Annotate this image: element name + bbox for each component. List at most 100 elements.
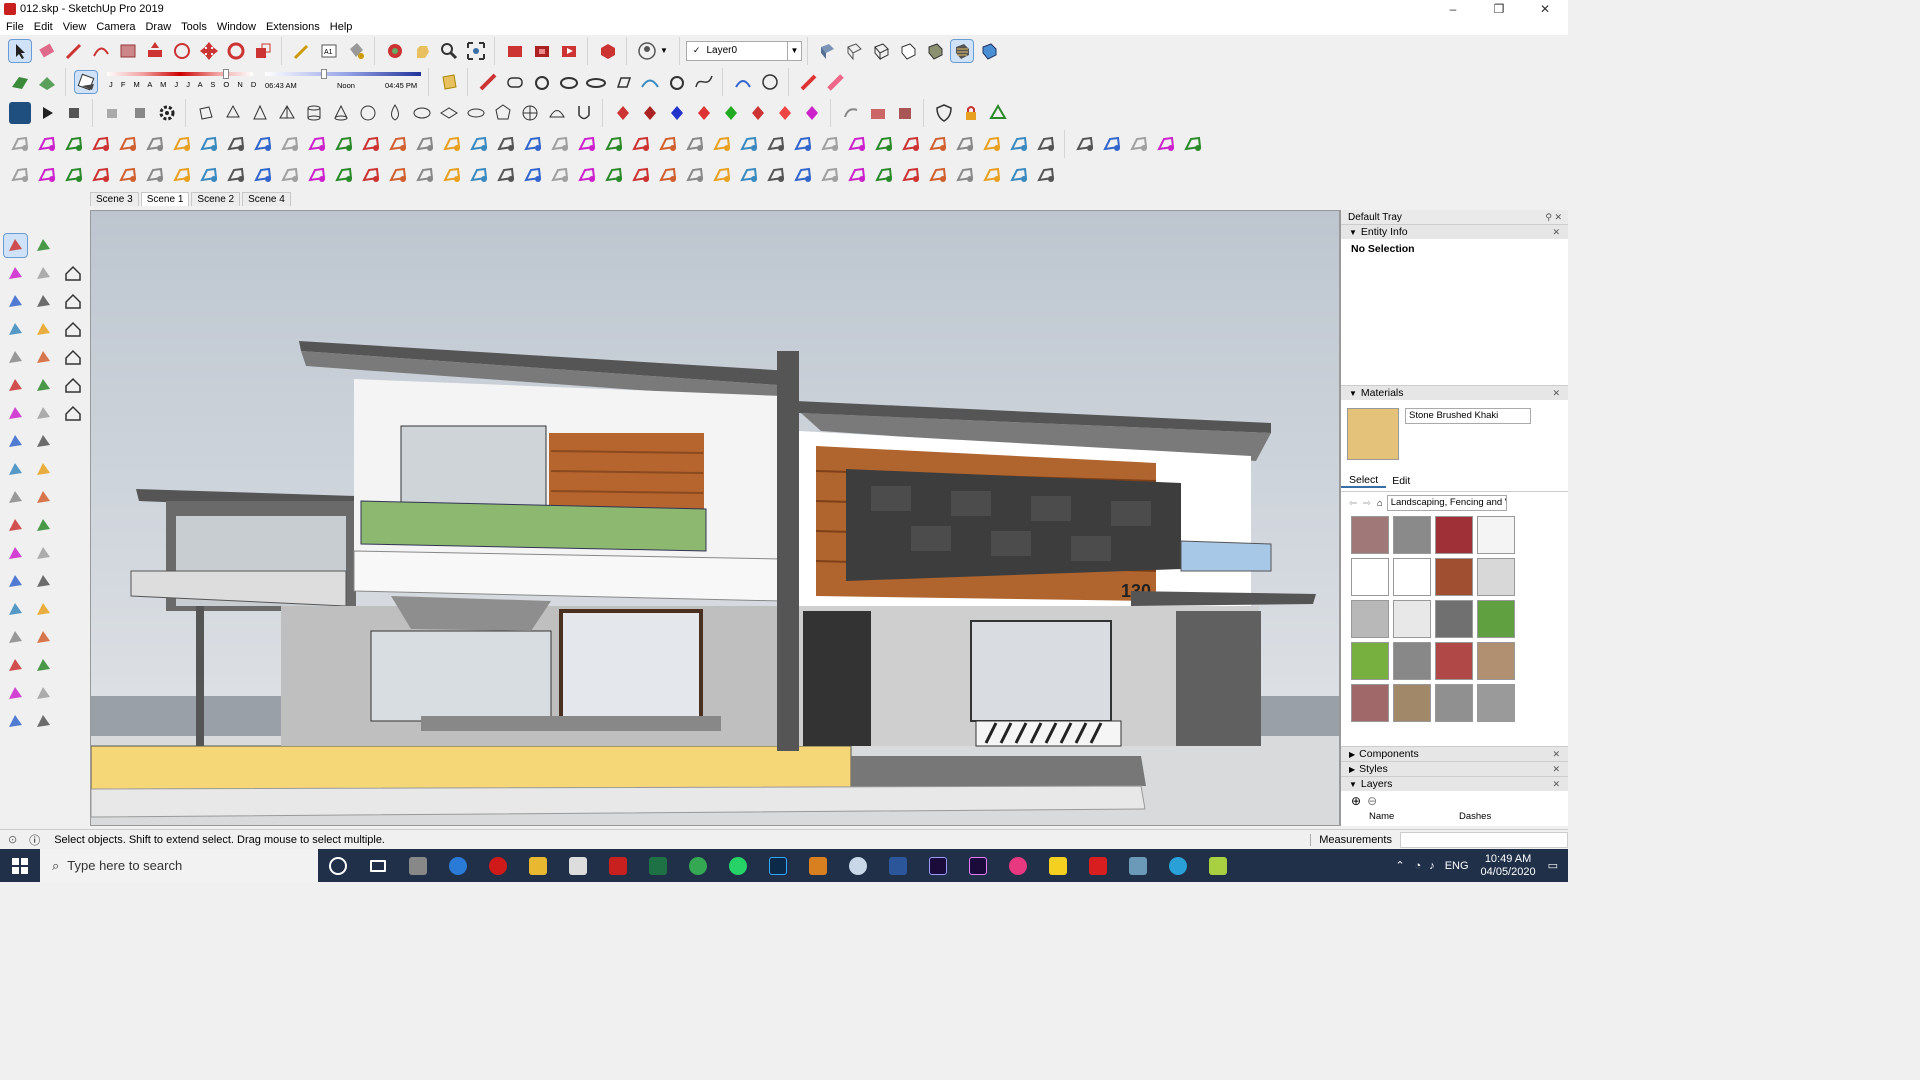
shape-pyramid-icon[interactable] xyxy=(276,102,298,124)
plugin-a-tool-3-icon[interactable] xyxy=(63,133,85,155)
plugin-b-tool-5-icon[interactable] xyxy=(1182,133,1204,155)
geo-location-icon[interactable]: ⊙ xyxy=(8,833,17,846)
vector-pushpull-icon[interactable] xyxy=(825,71,847,93)
material-collection-select[interactable]: Landscaping, Fencing and V xyxy=(1386,495,1507,511)
plugin-a-tool-24-icon[interactable] xyxy=(630,133,652,155)
shape-drop-icon[interactable] xyxy=(384,102,406,124)
plugin-c-tool-30-icon[interactable] xyxy=(792,164,814,186)
plugin-c-tool-11-icon[interactable] xyxy=(279,164,301,186)
plugin-a-tool-20-icon[interactable] xyxy=(522,133,544,155)
app-icon[interactable] xyxy=(798,849,838,882)
plugin-a-tool-30-icon[interactable] xyxy=(792,133,814,155)
move-icon[interactable] xyxy=(4,430,27,453)
plugin-c-tool-6-icon[interactable] xyxy=(144,164,166,186)
oval-icon[interactable] xyxy=(585,71,607,93)
3d-warehouse-icon[interactable] xyxy=(504,40,526,62)
scale-tool-icon[interactable] xyxy=(252,40,274,62)
minimize-button[interactable]: – xyxy=(1430,0,1476,18)
offset-tool-icon[interactable] xyxy=(171,40,193,62)
material-swatch[interactable] xyxy=(1351,684,1389,722)
taskbar-clock[interactable]: 10:49 AM 04/05/2020 xyxy=(1481,853,1536,879)
material-swatch[interactable] xyxy=(1435,516,1473,554)
plugin-c-tool-34-icon[interactable] xyxy=(900,164,922,186)
photoshop-icon[interactable] xyxy=(758,849,798,882)
material-swatch[interactable] xyxy=(1393,600,1431,638)
layer-select[interactable]: ✓ Layer0 ▼ xyxy=(685,40,802,61)
materials-tab-select[interactable]: Select xyxy=(1341,474,1387,488)
rectangle-icon[interactable] xyxy=(4,318,27,341)
plugin-c-tool-31-icon[interactable] xyxy=(819,164,841,186)
plugin-a-tool-25-icon[interactable] xyxy=(657,133,679,155)
tray-chevron-icon[interactable]: ⌃ xyxy=(1395,859,1404,872)
style-shaded-icon[interactable] xyxy=(924,40,946,62)
back-arrow-icon[interactable]: ⇦ xyxy=(1349,498,1357,509)
plugin-a-tool-8-icon[interactable] xyxy=(198,133,220,155)
scale-icon[interactable] xyxy=(4,486,27,509)
close-icon[interactable]: ✕ xyxy=(1552,388,1560,399)
material-swatch[interactable] xyxy=(1477,558,1515,596)
play-icon[interactable] xyxy=(36,102,58,124)
tab-scene-4[interactable]: Scene 4 xyxy=(242,192,291,206)
tab-scene-1[interactable]: Scene 1 xyxy=(140,192,190,206)
home-icon[interactable]: ⌂ xyxy=(1377,498,1383,509)
plugin-a-tool-21-icon[interactable] xyxy=(549,133,571,155)
calculator-icon[interactable] xyxy=(398,849,438,882)
remove-layer-icon[interactable]: ⊖ xyxy=(1367,794,1377,808)
material-swatch[interactable] xyxy=(1477,516,1515,554)
style-monochrome-icon[interactable] xyxy=(978,40,1000,62)
sticky-notes-icon[interactable] xyxy=(1038,849,1078,882)
plugin-a-tool-27-icon[interactable] xyxy=(711,133,733,155)
warehouse-icon[interactable] xyxy=(62,262,85,285)
word-icon[interactable] xyxy=(878,849,918,882)
polygon-icon[interactable] xyxy=(666,71,688,93)
component-attributes-icon[interactable] xyxy=(129,102,151,124)
plugin-c-tool-1-icon[interactable] xyxy=(9,164,31,186)
plugin-a-tool-7-icon[interactable] xyxy=(171,133,193,155)
lock-icon[interactable] xyxy=(960,102,982,124)
plugin-c-tool-2-icon[interactable] xyxy=(36,164,58,186)
material-swatch[interactable] xyxy=(1477,684,1515,722)
extension-manager-icon[interactable] xyxy=(597,40,619,62)
plugin-a-tool-2-icon[interactable] xyxy=(36,133,58,155)
chevron-down-icon[interactable]: ▼ xyxy=(786,41,801,60)
app-icon-3[interactable] xyxy=(998,849,1038,882)
shield-icon[interactable] xyxy=(933,102,955,124)
menu-help[interactable]: Help xyxy=(326,21,359,33)
menu-edit[interactable]: Edit xyxy=(30,21,59,33)
plugin-c-tool-22-icon[interactable] xyxy=(576,164,598,186)
menu-camera[interactable]: Camera xyxy=(92,21,141,33)
material-swatch-grid[interactable] xyxy=(1341,514,1568,746)
plugin-a-tool-10-icon[interactable] xyxy=(252,133,274,155)
section-plane-icon[interactable] xyxy=(438,71,460,93)
add-layer-icon[interactable]: ⊕ xyxy=(1351,794,1361,808)
plugin-b-tool-1-icon[interactable] xyxy=(1074,133,1096,155)
close-icon[interactable]: ✕ xyxy=(1552,749,1560,760)
plugin-c-tool-10-icon[interactable] xyxy=(252,164,274,186)
plugin-a-tool-12-icon[interactable] xyxy=(306,133,328,155)
plugin-a-tool-38-icon[interactable] xyxy=(1008,133,1030,155)
circle-icon[interactable] xyxy=(4,346,27,369)
move-axis-icon[interactable] xyxy=(612,102,634,124)
zoom-extents-icon[interactable] xyxy=(4,654,27,677)
plugin-c-tool-15-icon[interactable] xyxy=(387,164,409,186)
zoom-window-icon[interactable] xyxy=(32,626,55,649)
eraser-icon[interactable] xyxy=(32,262,55,285)
plugin-a-tool-31-icon[interactable] xyxy=(819,133,841,155)
start-button[interactable] xyxy=(0,849,40,882)
pie-icon[interactable] xyxy=(32,374,55,397)
volume-icon[interactable]: ♪ xyxy=(1429,860,1435,872)
menu-tools[interactable]: Tools xyxy=(177,21,213,33)
tab-scene-2[interactable]: Scene 2 xyxy=(191,192,241,206)
material-swatch[interactable] xyxy=(1393,684,1431,722)
style-hiddenline-icon[interactable] xyxy=(897,40,919,62)
close-icon[interactable]: ✕ xyxy=(1552,764,1560,775)
plugin-c-tool-26-icon[interactable] xyxy=(684,164,706,186)
plugin-c-tool-36-icon[interactable] xyxy=(954,164,976,186)
offset-icon[interactable] xyxy=(32,486,55,509)
axes-icon[interactable] xyxy=(4,570,27,593)
plugin-c-tool-7-icon[interactable] xyxy=(171,164,193,186)
shape-sphere-icon[interactable] xyxy=(357,102,379,124)
material-swatch[interactable] xyxy=(1435,600,1473,638)
move-magenta-icon[interactable] xyxy=(801,102,823,124)
plugin-c-tool-5-icon[interactable] xyxy=(117,164,139,186)
